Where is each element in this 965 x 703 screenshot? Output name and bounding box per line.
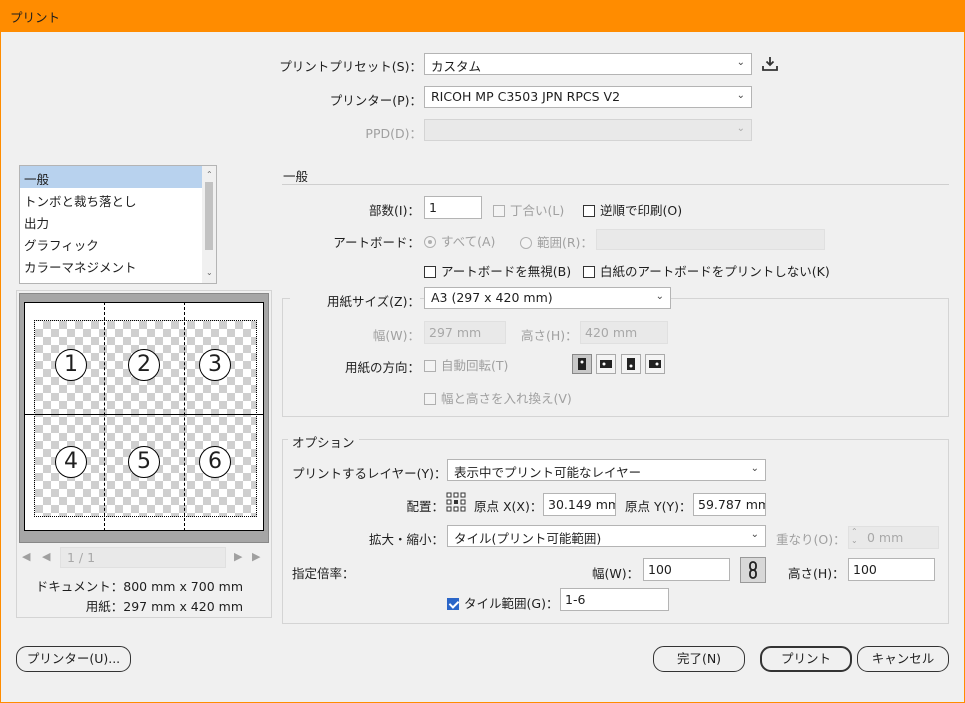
ppd-dropdown[interactable]: ⌄	[424, 119, 752, 141]
preset-dropdown[interactable]: カスタム ⌄	[424, 53, 752, 75]
custom-scale-label: 指定倍率：	[292, 566, 355, 581]
prev-page-icon[interactable]: ◀	[42, 550, 50, 563]
category-list[interactable]: 一般 トンボと裁ち落とし 出力 グラフィック カラーマネジメント 詳細 ⌃ ⌄	[19, 165, 217, 284]
landscape-icon[interactable]	[596, 354, 616, 374]
print-layers-dropdown[interactable]: 表示中でプリント可能なレイヤー ⌄	[447, 459, 766, 481]
overlap-input[interactable]: 0 mm	[848, 526, 939, 549]
print-button[interactable]: プリント	[760, 646, 852, 672]
section-divider	[282, 184, 949, 185]
chevron-down-icon: ⌄	[655, 291, 664, 302]
scale-height-label: 高さ(H)：	[788, 566, 845, 581]
last-page-icon[interactable]: ▶	[252, 550, 260, 563]
paper-width-input[interactable]: 297 mm	[424, 321, 506, 344]
tile-number: 5	[128, 446, 160, 478]
overlap-stepper-icon[interactable]: ⌃ ⌄	[851, 527, 858, 545]
print-preview: 1 2 3 4 5 6	[19, 293, 269, 543]
skip-blank-artboards-checkbox[interactable]: 白紙のアートボードをプリントしない(K)	[583, 261, 830, 280]
save-preset-icon[interactable]	[761, 55, 779, 73]
all-artboards-radio[interactable]: すべて(A)	[424, 231, 495, 250]
copies-label: 部数(I)：	[369, 203, 420, 218]
chevron-down-icon: ⌄	[736, 90, 745, 101]
category-item-graphics[interactable]: グラフィック	[20, 232, 216, 254]
page-navigator[interactable]: 1 / 1	[60, 547, 226, 568]
placement-grid-icon[interactable]	[446, 492, 466, 512]
tile-number: 2	[128, 349, 160, 381]
category-item-output[interactable]: 出力	[20, 210, 216, 232]
paper-size-info: 用紙：297 mm x 420 mm	[85, 599, 243, 614]
tile-number: 1	[55, 349, 87, 381]
chevron-down-icon: ⌄	[750, 529, 759, 540]
category-item-general[interactable]: 一般	[20, 166, 216, 188]
chevron-down-icon: ⌄	[750, 463, 759, 474]
scale-width-input[interactable]: 100	[643, 558, 730, 581]
range-radio[interactable]: 範囲(R)：	[520, 232, 593, 251]
portrait-icon[interactable]	[572, 354, 592, 374]
category-item-advanced[interactable]: 詳細	[20, 276, 216, 283]
category-item-marks-bleeds[interactable]: トンボと裁ち落とし	[20, 188, 216, 210]
portrait-flipped-icon[interactable]	[621, 354, 641, 374]
tile-number: 4	[55, 446, 87, 478]
paper-size-dropdown[interactable]: A3 (297 x 420 mm) ⌄	[424, 287, 671, 309]
paper-size-label: 用紙サイズ(Z)：	[290, 291, 420, 310]
preset-label: プリントプリセット(S)：	[279, 59, 422, 74]
first-page-icon[interactable]: ◀	[22, 550, 30, 563]
orientation-label: 用紙の方向：	[344, 360, 420, 375]
origin-x-input[interactable]: 30.149 mm	[543, 493, 616, 516]
paper-height-input[interactable]: 420 mm	[580, 321, 668, 344]
overlap-label: 重なり(O)：	[776, 532, 846, 547]
origin-y-label: 原点 Y(Y)：	[625, 499, 692, 514]
ignore-artboards-checkbox[interactable]: アートボードを無視(B)	[424, 261, 571, 280]
landscape-flipped-icon[interactable]	[645, 354, 665, 374]
printer-label: プリンター(P)：	[329, 93, 422, 108]
scroll-down-icon[interactable]: ⌄	[206, 268, 213, 277]
scaling-label: 拡大・縮小：	[368, 532, 444, 547]
paper-width-label: 幅(W)：	[372, 328, 420, 343]
window-title: プリント	[10, 10, 61, 25]
scroll-up-icon[interactable]: ⌃	[206, 170, 213, 179]
scaling-dropdown[interactable]: タイル(プリント可能範囲) ⌄	[447, 525, 766, 547]
tile-divider	[104, 302, 105, 531]
scrollbar-thumb[interactable]	[205, 182, 213, 250]
constrain-proportions-link-icon[interactable]	[740, 557, 766, 583]
origin-x-label: 原点 X(X)：	[474, 499, 543, 514]
category-scrollbar[interactable]: ⌃ ⌄	[202, 166, 216, 283]
cancel-button[interactable]: キャンセル	[857, 646, 949, 672]
range-input[interactable]	[596, 229, 825, 250]
collate-checkbox[interactable]: 丁合い(L)	[493, 200, 564, 219]
printer-dropdown[interactable]: RICOH MP C3503 JPN RPCS V2 ⌄	[424, 86, 752, 108]
next-page-icon[interactable]: ▶	[234, 550, 242, 563]
options-section-title: オプション	[288, 432, 359, 451]
chevron-down-icon: ⌄	[736, 57, 745, 68]
transverse-checkbox[interactable]: 幅と高さを入れ換え(V)	[424, 388, 572, 407]
title-bar	[0, 0, 965, 32]
general-section-title: 一般	[283, 169, 309, 184]
tile-divider	[184, 302, 185, 531]
printer-button[interactable]: プリンター(U)...	[16, 646, 131, 672]
paper-height-label: 高さ(H)：	[521, 328, 578, 343]
copies-input[interactable]: 1	[424, 196, 482, 219]
ppd-label: PPD(D)：	[365, 126, 422, 141]
tile-number: 3	[199, 349, 231, 381]
tile-range-input[interactable]: 1-6	[560, 588, 669, 611]
artboard-label: アートボード：	[333, 235, 420, 250]
document-size: ドキュメント：800 mm x 700 mm	[35, 579, 243, 594]
tile-range-checkbox[interactable]: タイル範囲(G)：	[447, 593, 558, 612]
layers-label: プリントするレイヤー(Y)：	[292, 466, 447, 481]
auto-rotate-checkbox[interactable]: 自動回転(T)	[424, 355, 508, 374]
chevron-down-icon: ⌄	[736, 123, 745, 134]
scale-height-input[interactable]: 100	[848, 558, 935, 581]
tile-divider	[24, 414, 264, 415]
tile-number: 6	[199, 446, 231, 478]
reverse-order-checkbox[interactable]: 逆順で印刷(O)	[583, 200, 682, 219]
done-button[interactable]: 完了(N)	[653, 646, 745, 672]
scale-width-label: 幅(W)：	[592, 566, 640, 581]
category-item-color-management[interactable]: カラーマネジメント	[20, 254, 216, 276]
origin-y-input[interactable]: 59.787 mm	[693, 493, 766, 516]
placement-label: 配置：	[406, 499, 444, 514]
